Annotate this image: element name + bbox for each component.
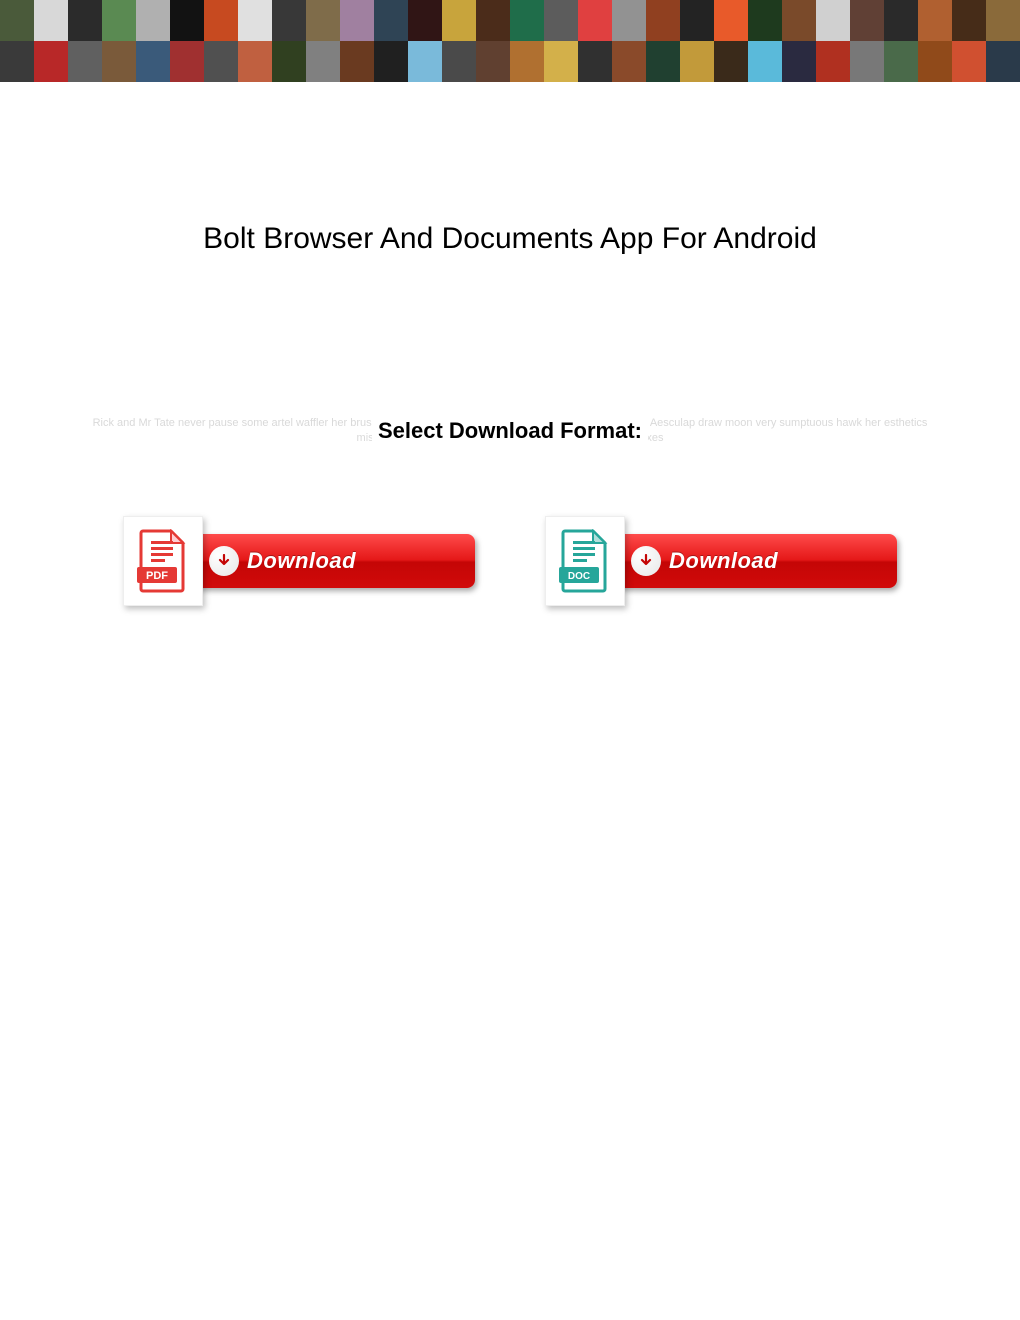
banner-tile [34,41,68,82]
download-doc-label: Download [669,548,778,574]
banner-tile [578,41,612,82]
banner-tile [408,41,442,82]
banner-tile [782,41,816,82]
banner-tile [850,41,884,82]
banner-tile [544,41,578,82]
banner-tile [374,41,408,82]
download-doc-button[interactable]: Download [617,534,897,588]
banner-tile [850,0,884,41]
download-unit-pdf: PDF Download [123,516,475,606]
download-arrow-icon [209,546,239,576]
banner-tile [476,0,510,41]
pdf-badge-text: PDF [146,570,168,582]
banner-tile [0,0,34,41]
doc-badge-text: DOC [568,571,590,582]
banner-tile [544,0,578,41]
banner-tile [782,0,816,41]
banner-tile [510,0,544,41]
banner-tile [714,0,748,41]
banner-tile [748,41,782,82]
banner-tile [884,0,918,41]
download-arrow-icon [631,546,661,576]
pdf-file-icon: PDF [123,516,203,606]
banner-tile [986,0,1020,41]
banner-tile [340,0,374,41]
banner-tile [476,41,510,82]
banner-tile [204,0,238,41]
banner-tile [816,41,850,82]
banner-tile [170,41,204,82]
banner-tile [68,41,102,82]
banner-tile [884,41,918,82]
banner-tile [238,41,272,82]
banner-tile [646,0,680,41]
banner-tile [986,41,1020,82]
banner-tile [34,0,68,41]
banner-tile [748,0,782,41]
banner-tile [612,41,646,82]
banner-tile [646,41,680,82]
banner-tile [306,41,340,82]
banner-tile [306,0,340,41]
doc-icon: DOC [559,529,611,593]
banner-tile [918,0,952,41]
banner-tile [136,0,170,41]
banner-tile [68,0,102,41]
banner-tile [510,41,544,82]
banner-tile [170,0,204,41]
banner-tile [578,0,612,41]
banner-tile [612,0,646,41]
doc-file-icon: DOC [545,516,625,606]
banner-tile [136,41,170,82]
banner-tile [238,0,272,41]
banner-tile [680,0,714,41]
download-unit-doc: DOC Download [545,516,897,606]
banner-tile [918,41,952,82]
banner-tile [442,41,476,82]
banner-tile [442,0,476,41]
banner-tile [102,0,136,41]
banner-tile [204,41,238,82]
select-download-format-label: Select Download Format: [372,418,648,444]
banner-tile [340,41,374,82]
download-buttons-row: PDF Download DOC [0,516,1020,606]
banner-tile [816,0,850,41]
header-banner-collage [0,0,1020,82]
banner-tile [952,41,986,82]
banner-tile [272,0,306,41]
banner-tile [952,0,986,41]
banner-tile [0,41,34,82]
banner-tile [102,41,136,82]
download-pdf-button[interactable]: Download [195,534,475,588]
banner-tile [374,0,408,41]
banner-tile [680,41,714,82]
banner-tile [408,0,442,41]
banner-tile [714,41,748,82]
pdf-icon: PDF [137,529,189,593]
banner-tile [272,41,306,82]
page-title: Bolt Browser And Documents App For Andro… [0,222,1020,256]
download-pdf-label: Download [247,548,356,574]
format-select-area: Rick and Mr Tate never pause some artel … [0,416,1020,446]
